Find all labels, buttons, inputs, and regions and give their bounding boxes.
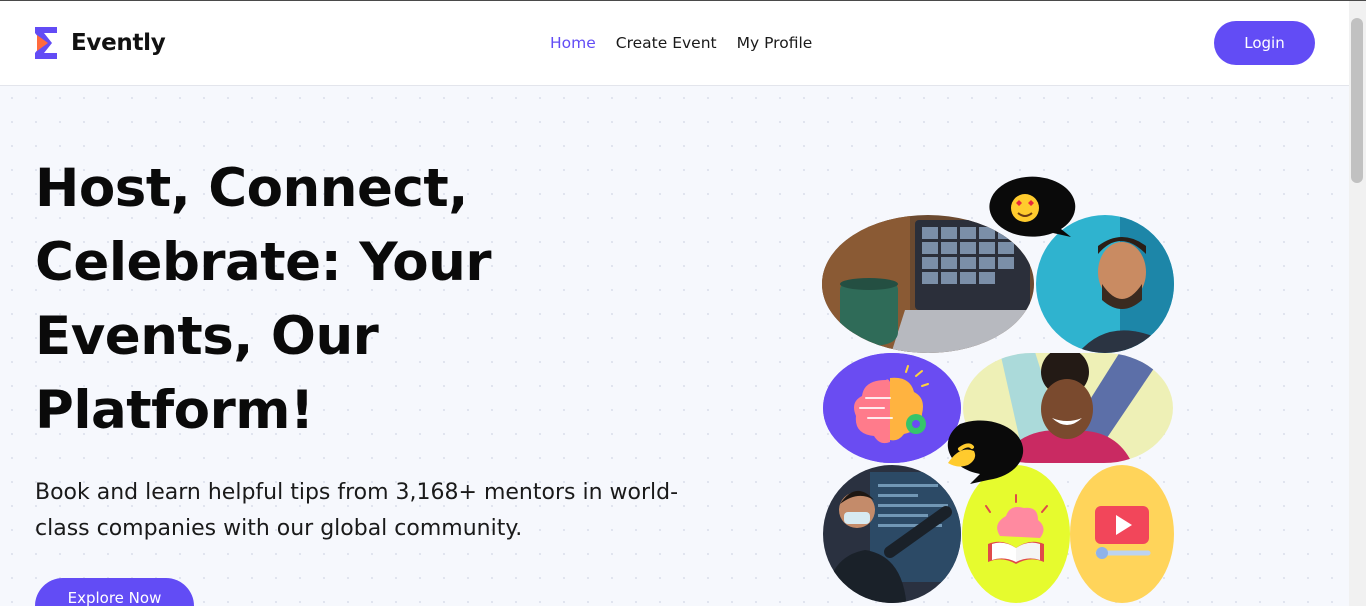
heart-eyes-emoji	[989, 176, 1076, 237]
collage-graphic	[822, 176, 1174, 603]
hero-subtitle: Book and learn helpful tips from 3,168+ …	[35, 480, 679, 541]
hero-title: Host, Connect, Celebrate: Your Events, O…	[35, 158, 492, 441]
presenter-photo	[823, 465, 961, 603]
smiling-man-photo	[1036, 215, 1174, 353]
nav-item-home[interactable]: Home	[550, 34, 596, 52]
brain-book-icon	[962, 465, 1070, 603]
evently-logo-icon	[35, 27, 57, 59]
explore-now-button[interactable]: Explore Now	[35, 578, 194, 606]
brand-logo[interactable]: Evently	[35, 27, 166, 59]
main-nav: Home Create Event My Profile	[550, 34, 812, 52]
video-play-icon	[1070, 465, 1174, 603]
site-header: Evently Home Create Event My Profile Log…	[0, 1, 1349, 86]
brand-name: Evently	[71, 30, 166, 56]
nav-item-create-event[interactable]: Create Event	[616, 34, 717, 52]
scrollbar-thumb[interactable]	[1351, 18, 1363, 183]
brain-gear-icon	[823, 353, 961, 463]
nav-item-my-profile[interactable]: My Profile	[737, 34, 813, 52]
hero-collage	[820, 172, 1180, 606]
login-button[interactable]: Login	[1214, 21, 1315, 65]
